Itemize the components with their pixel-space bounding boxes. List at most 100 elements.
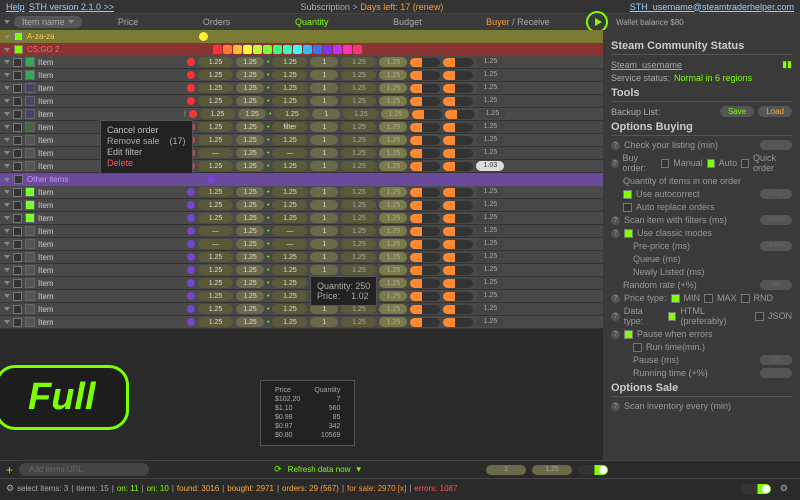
price-cell2[interactable]: 1.25 xyxy=(238,109,266,119)
qty-cell[interactable]: 1 xyxy=(310,161,338,171)
row-checkbox[interactable] xyxy=(13,84,22,93)
status-dot[interactable] xyxy=(187,292,195,300)
load-button[interactable]: Load xyxy=(758,106,792,117)
qty-cell[interactable]: 1 xyxy=(310,135,338,145)
expand-icon[interactable] xyxy=(4,203,10,207)
buyer-cell[interactable]: 1.25 xyxy=(379,252,407,262)
table-row[interactable]: Item 1.25 1.25 • 1.25 1 1.25 1.25 1.25 xyxy=(0,277,603,290)
row-toggle[interactable] xyxy=(410,253,440,262)
expand-icon[interactable] xyxy=(4,255,10,259)
qty-cell[interactable]: 1 xyxy=(310,265,338,275)
help-link[interactable]: Help xyxy=(6,2,25,12)
order-cell[interactable]: 1.25 xyxy=(272,83,307,93)
version-link[interactable]: STH version 2.1.0 >> xyxy=(29,2,114,12)
qty-cell[interactable]: 1 xyxy=(312,109,340,119)
buyer-cell[interactable]: 1.25 xyxy=(379,226,407,236)
budget-cell[interactable]: 1.25 xyxy=(341,200,376,210)
order-cell[interactable]: 1.25 xyxy=(272,161,307,171)
row-checkbox[interactable] xyxy=(13,305,22,314)
row-toggle2[interactable] xyxy=(443,227,473,236)
manual-checkbox[interactable] xyxy=(661,159,669,168)
expand-icon[interactable] xyxy=(4,216,10,220)
refresh-icon[interactable]: ⟳ xyxy=(274,464,282,475)
row-toggle2[interactable] xyxy=(443,84,473,93)
status-dot[interactable] xyxy=(187,188,195,196)
expand-icon[interactable] xyxy=(4,138,10,142)
status-dot[interactable] xyxy=(187,227,195,235)
expand-icon[interactable] xyxy=(4,294,10,298)
row-toggle2[interactable] xyxy=(443,240,473,249)
price-cell[interactable]: 1.25 xyxy=(198,252,233,262)
price-cell[interactable]: 1.25 xyxy=(198,135,233,145)
buyer-cell[interactable]: 1.25 xyxy=(379,265,407,275)
item-name-dropdown[interactable]: Item name xyxy=(14,16,82,28)
buyer-cell[interactable]: 1.25 xyxy=(379,83,407,93)
context-menu[interactable]: Cancel order Remove sale (17) Edit filte… xyxy=(100,120,193,174)
autocorrect-checkbox[interactable] xyxy=(623,190,632,199)
table-row[interactable]: Item 1.25 1.25 • 1.25 1 1.25 1.25 1.25 xyxy=(0,56,603,69)
row-toggle2[interactable] xyxy=(443,318,473,327)
qty-cell[interactable]: 1 xyxy=(310,317,338,327)
order-cell[interactable]: 1.25 xyxy=(272,96,307,106)
row-toggle2[interactable] xyxy=(443,188,473,197)
random-rate-input[interactable]: 50 xyxy=(760,280,792,290)
row-checkbox[interactable] xyxy=(13,110,22,119)
row-toggle2[interactable] xyxy=(443,279,473,288)
table-row[interactable]: Item 1.25 1.25 • 1.25 1 1.25 1.25 1.25 xyxy=(0,264,603,277)
row-checkbox[interactable] xyxy=(13,227,22,236)
row-checkbox[interactable] xyxy=(13,97,22,106)
order-cell[interactable]: — xyxy=(272,239,307,249)
status-dot[interactable] xyxy=(187,97,195,105)
status-dot[interactable] xyxy=(187,240,195,248)
table-row[interactable]: Item 1.25 1.25 • filter 1 1.25 1.25 1.25 xyxy=(0,121,603,134)
budget-cell[interactable]: 1.25 xyxy=(341,96,376,106)
status-dot[interactable] xyxy=(187,279,195,287)
budget-cell[interactable]: 1.25 xyxy=(341,83,376,93)
row-toggle2[interactable] xyxy=(443,58,473,67)
buyer-cell[interactable]: 1.25 xyxy=(379,122,407,132)
status-dot[interactable] xyxy=(187,318,195,326)
row-toggle[interactable] xyxy=(410,292,440,301)
gear-icon[interactable]: ⚙ xyxy=(6,483,14,494)
row-checkbox[interactable] xyxy=(13,136,22,145)
row-toggle[interactable] xyxy=(410,240,440,249)
expand-icon[interactable] xyxy=(4,281,10,285)
color-dot[interactable] xyxy=(207,175,216,184)
save-button[interactable]: Save xyxy=(720,106,754,117)
buyer-cell[interactable]: 1.25 xyxy=(379,239,407,249)
row-toggle2[interactable] xyxy=(443,162,473,171)
row-toggle[interactable] xyxy=(410,305,440,314)
order-cell[interactable]: filter xyxy=(272,122,307,132)
price-cell2[interactable]: 1.25 xyxy=(236,226,264,236)
price-cell[interactable]: 1.25 xyxy=(198,317,233,327)
price-cell[interactable]: 1.25 xyxy=(200,109,235,119)
refresh-button[interactable]: Refresh data now xyxy=(288,465,351,474)
order-cell[interactable]: 1.25 xyxy=(272,187,307,197)
price-cell2[interactable]: 1.25 xyxy=(236,57,264,67)
expand-icon[interactable] xyxy=(4,320,10,324)
menu-edit-filter[interactable]: Edit filter xyxy=(107,147,186,158)
table-row[interactable]: Item 1.25 1.25 • 1.25 1 1.25 1.25 1.25 xyxy=(0,290,603,303)
budget-cell[interactable]: 1.25 xyxy=(341,317,376,327)
expand-icon[interactable] xyxy=(4,112,10,116)
steam-username-link[interactable]: Steam_username xyxy=(611,60,682,70)
price-cell2[interactable]: 1.25 xyxy=(236,135,264,145)
buyer-cell[interactable]: 1.25 xyxy=(379,317,407,327)
row-checkbox[interactable] xyxy=(13,266,22,275)
qty-cell[interactable]: 1 xyxy=(310,200,338,210)
order-cell[interactable]: 1.25 xyxy=(272,291,307,301)
order-cell[interactable]: 1.25 xyxy=(272,304,307,314)
color-palette[interactable] xyxy=(213,45,362,54)
row-checkbox[interactable] xyxy=(13,240,22,249)
row-toggle2[interactable] xyxy=(443,136,473,145)
order-cell[interactable]: 1.25 xyxy=(272,135,307,145)
row-toggle2[interactable] xyxy=(443,266,473,275)
price-cell2[interactable]: 1.25 xyxy=(236,187,264,197)
row-toggle[interactable] xyxy=(410,214,440,223)
table-row[interactable]: Item — 1.25 • — 1 1.25 1.25 1.25 xyxy=(0,238,603,251)
price-cell2[interactable]: 1.25 xyxy=(236,252,264,262)
pause-err-checkbox[interactable] xyxy=(624,330,633,339)
row-checkbox[interactable] xyxy=(13,123,22,132)
status-dot[interactable] xyxy=(187,305,195,313)
row-toggle[interactable] xyxy=(410,58,440,67)
